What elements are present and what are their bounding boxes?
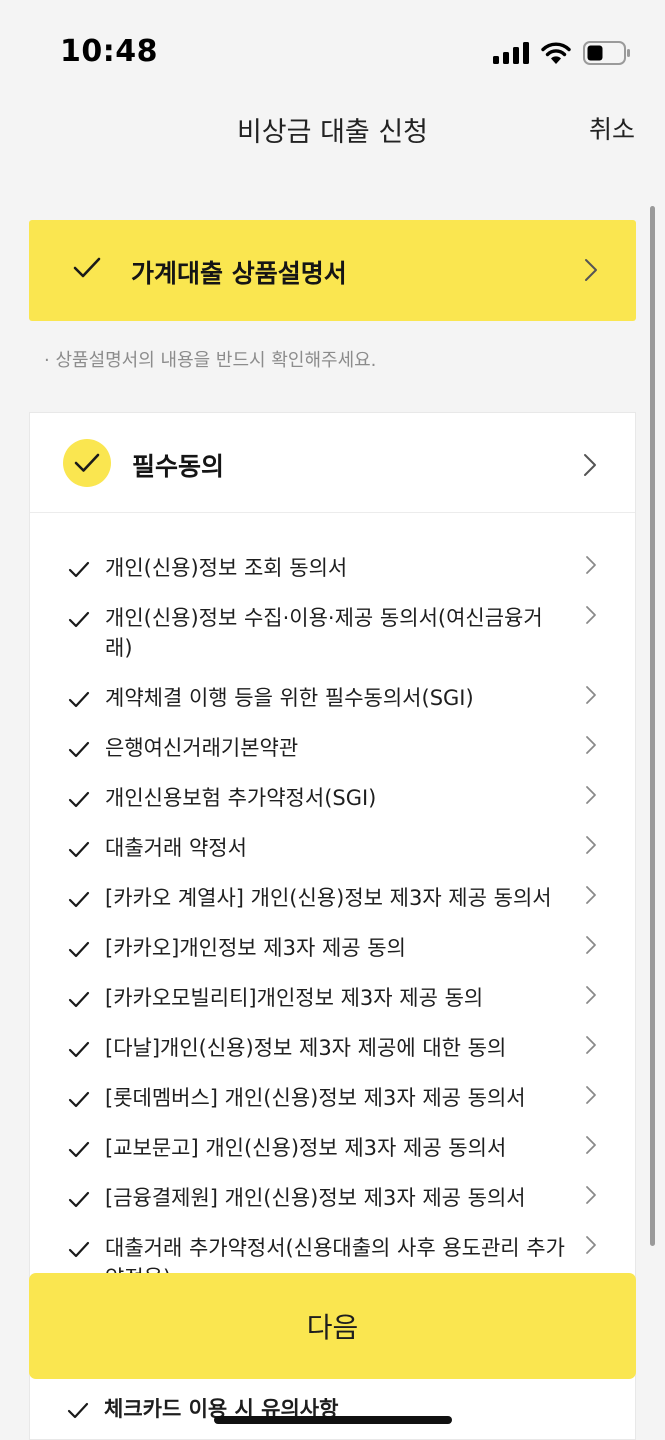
consent-item[interactable]: 은행여신거래기본약관 (30, 733, 635, 769)
check-icon (68, 1091, 90, 1108)
consent-item[interactable]: [금융결제원] 개인(신용)정보 제3자 제공 동의서 (30, 1183, 635, 1219)
chevron-right-icon (586, 686, 596, 704)
chevron-right-icon (586, 736, 596, 754)
chevron-right-icon (586, 606, 596, 624)
consent-item-label: 개인(신용)정보 조회 동의서 (105, 556, 348, 580)
required-consent-header[interactable]: 필수동의 (30, 413, 635, 513)
consent-item[interactable]: [다날]개인(신용)정보 제3자 제공에 대한 동의 (30, 1033, 635, 1069)
consent-item[interactable]: 개인(신용)정보 수집·이용·제공 동의서(여신금융거래) (30, 603, 635, 673)
check-icon (68, 691, 90, 708)
cancel-button[interactable]: 취소 (589, 110, 635, 146)
product-description-label: 가계대출 상품설명서 (131, 259, 347, 288)
check-icon (68, 891, 90, 908)
chevron-right-icon (586, 1036, 596, 1054)
chevron-right-icon (586, 1086, 596, 1104)
page-title: 비상금 대출 신청 (236, 117, 429, 148)
chevron-right-icon (586, 986, 596, 1004)
next-button[interactable]: 다음 (29, 1273, 636, 1379)
chevron-right-icon (585, 259, 597, 281)
chevron-right-icon (586, 936, 596, 954)
scrollbar (650, 206, 655, 1246)
check-icon (68, 611, 90, 628)
consent-item[interactable]: 대출거래 추가약정서(신용대출의 사후 용도관리 추가약정용) (30, 1233, 635, 1290)
check-icon (68, 791, 90, 808)
chevron-right-icon (586, 786, 596, 804)
consent-item-label: 대출거래 약정서 (105, 836, 247, 860)
check-icon (68, 1041, 90, 1058)
consent-item-label: [다날]개인(신용)정보 제3자 제공에 대한 동의 (105, 1036, 507, 1060)
consent-item-label: [카카오]개인정보 제3자 제공 동의 (105, 936, 406, 960)
consent-item[interactable]: [카카오]개인정보 제3자 제공 동의 (30, 933, 635, 969)
chevron-right-icon (586, 1136, 596, 1154)
check-icon (68, 741, 90, 758)
chevron-right-icon (584, 454, 596, 476)
consent-item-label: [교보문고] 개인(신용)정보 제3자 제공 동의서 (105, 1136, 507, 1160)
home-indicator (214, 1416, 452, 1424)
consent-item[interactable]: 대출거래 약정서 (30, 833, 635, 869)
status-bar: 10:48 (0, 0, 665, 100)
required-consent-label: 필수동의 (132, 452, 225, 481)
wifi-icon (541, 42, 571, 64)
check-icon (68, 841, 90, 858)
battery-icon (583, 41, 630, 65)
check-icon (73, 257, 101, 278)
status-icons (493, 38, 631, 68)
consent-item-label: [롯데멤버스] 개인(신용)정보 제3자 제공 동의서 (105, 1086, 526, 1110)
check-circle-icon (63, 439, 111, 487)
consent-item-label: [금융결제원] 개인(신용)정보 제3자 제공 동의서 (105, 1186, 526, 1210)
chevron-right-icon (586, 1186, 596, 1204)
cellular-signal-icon (493, 42, 529, 64)
chevron-right-icon (586, 556, 596, 574)
consent-item[interactable]: 개인신용보험 추가약정서(SGI) (30, 783, 635, 819)
consent-item[interactable]: 계약체결 이행 등을 위한 필수동의서(SGI) (30, 683, 635, 719)
chevron-right-icon (586, 886, 596, 904)
consent-item-label: [카카오모빌리티]개인정보 제3자 제공 동의 (105, 986, 484, 1010)
product-description-card[interactable]: 가계대출 상품설명서 (29, 220, 636, 321)
chevron-right-icon (586, 1236, 596, 1254)
check-icon (68, 991, 90, 1008)
check-icon (68, 1141, 90, 1158)
consent-item-label: 개인신용보험 추가약정서(SGI) (105, 786, 377, 810)
consent-item[interactable]: [롯데멤버스] 개인(신용)정보 제3자 제공 동의서 (30, 1083, 635, 1119)
consent-item[interactable]: 개인(신용)정보 조회 동의서 (30, 553, 635, 589)
consent-item-label: [카카오 계열사] 개인(신용)정보 제3자 제공 동의서 (105, 886, 552, 910)
nav-header: 비상금 대출 신청 취소 (0, 100, 665, 160)
consent-item[interactable]: [교보문고] 개인(신용)정보 제3자 제공 동의서 (30, 1133, 635, 1169)
consent-item-label: 개인(신용)정보 수집·이용·제공 동의서(여신금융거래) (105, 606, 543, 660)
check-icon (68, 561, 90, 578)
consent-item[interactable]: [카카오모빌리티]개인정보 제3자 제공 동의 (30, 983, 635, 1019)
chevron-right-icon (586, 836, 596, 854)
check-icon (68, 1191, 90, 1208)
check-icon (67, 1402, 89, 1419)
status-time: 10:48 (60, 34, 158, 69)
consent-item[interactable]: [카카오 계열사] 개인(신용)정보 제3자 제공 동의서 (30, 883, 635, 919)
consent-item-check-card[interactable]: 체크카드 이용 시 유의사항 (29, 1390, 636, 1440)
notice-text: · 상품설명서의 내용을 반드시 확인해주세요. (44, 350, 377, 371)
check-icon (68, 1241, 90, 1258)
consent-item-label: 계약체결 이행 등을 위한 필수동의서(SGI) (105, 686, 474, 710)
check-icon (68, 941, 90, 958)
consent-item-label: 은행여신거래기본약관 (105, 736, 299, 760)
